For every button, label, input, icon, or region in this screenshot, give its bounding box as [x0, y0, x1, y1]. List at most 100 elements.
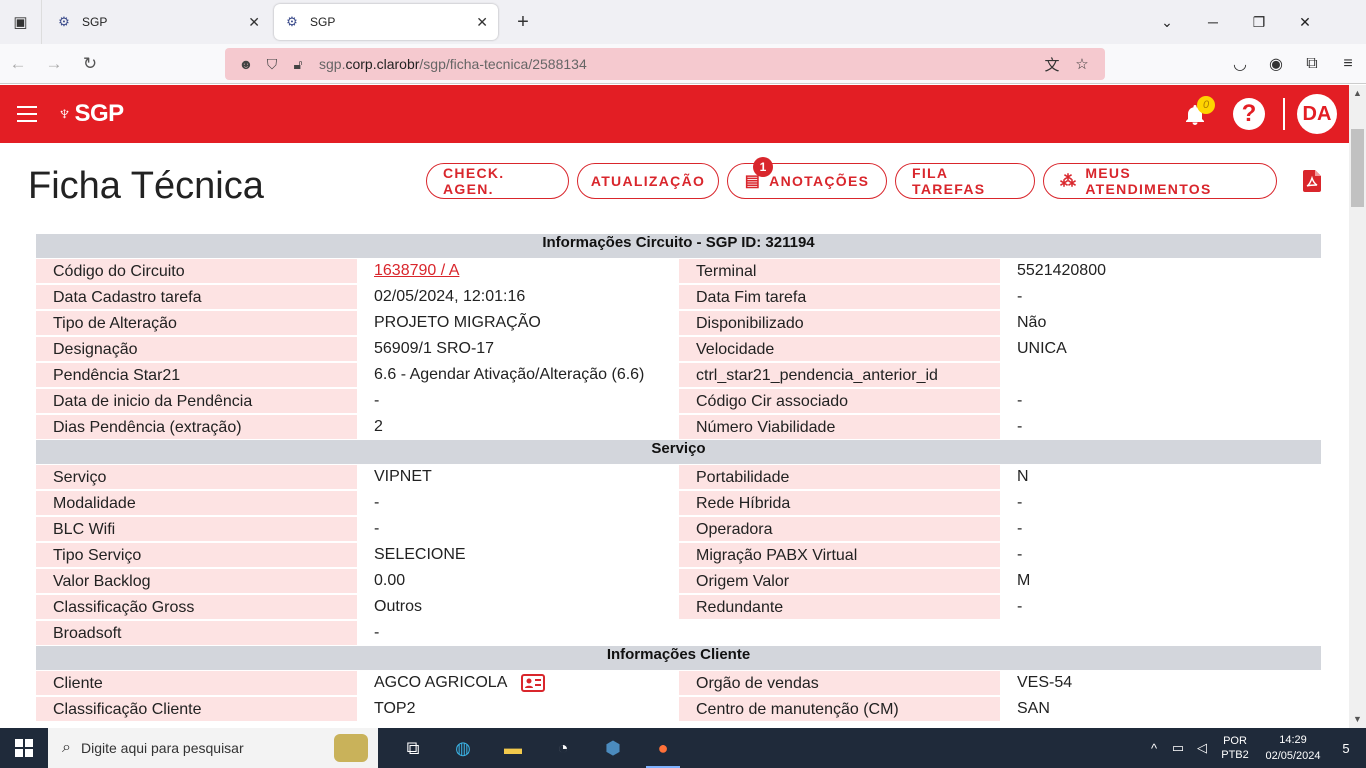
circuit-code-link[interactable]: 1638790 / A — [374, 262, 459, 279]
close-tab-icon[interactable]: ✕ — [248, 14, 260, 31]
hamburger-menu-icon[interactable] — [17, 106, 37, 122]
menu-icon[interactable]: ≡ — [1330, 55, 1366, 73]
restore-icon[interactable]: ❐ — [1236, 14, 1282, 31]
browser-tab-2[interactable]: ⚙ SGP ✕ — [274, 4, 498, 40]
scroll-down-icon[interactable]: ▼ — [1349, 711, 1366, 728]
browser-tab-1[interactable]: ⚙ SGP ✕ — [46, 4, 270, 40]
edge-browser-icon[interactable]: ◍ — [438, 728, 488, 768]
incognito-icon: ☻ — [238, 56, 254, 72]
pdf-export-icon[interactable] — [1303, 170, 1321, 192]
field-label: Data Fim tarefa — [679, 285, 1000, 309]
new-tab-button[interactable]: + — [508, 11, 538, 34]
tab-overview-icon[interactable]: ▣ — [0, 0, 42, 44]
ficha-tecnica-table: Informações Circuito - SGP ID: 321194 Có… — [36, 234, 1321, 722]
field-label: Classificação Gross — [36, 595, 357, 619]
table-row: Data Cadastro tarefa 02/05/2024, 12:01:1… — [36, 284, 1321, 310]
sgp-favicon-icon: ⚙ — [58, 14, 70, 29]
url-bar[interactable]: ☻ ⛉ 🔓︎ sgp.corp.clarobr/sgp/ficha-tecnic… — [225, 48, 1105, 80]
table-row: Data de inicio da Pendência - Código Cir… — [36, 388, 1321, 414]
sgp-logo-icon: ♆ — [57, 102, 72, 125]
field-label: Número Viabilidade — [679, 415, 1000, 439]
field-value: 1638790 / A — [357, 258, 679, 284]
tab-list-chevron-icon[interactable]: ⌄ — [1144, 14, 1190, 31]
meus-atendimentos-button[interactable]: ⁂ MEUS ATENDIMENTOS — [1043, 163, 1277, 199]
field-value: - — [1000, 594, 1321, 620]
field-value: 56909/1 SRO-17 — [357, 336, 679, 362]
help-icon[interactable]: ? — [1233, 98, 1265, 130]
field-value: 5521420800 — [1000, 258, 1321, 284]
clock-date: 02/05/2024 — [1265, 750, 1321, 762]
account-icon[interactable]: ◉ — [1258, 54, 1294, 74]
field-label: Serviço — [36, 465, 357, 489]
clock-time: 14:29 — [1279, 734, 1307, 746]
volume-muted-icon[interactable]: ◁ — [1190, 740, 1214, 756]
forward-icon[interactable]: → — [36, 54, 72, 74]
language-indicator[interactable]: POR PTB2 — [1218, 734, 1252, 762]
network-icon[interactable]: ▭ — [1166, 740, 1190, 756]
fila-tarefas-button[interactable]: FILA TAREFAS — [895, 163, 1035, 199]
field-value: - — [1000, 388, 1321, 414]
close-window-icon[interactable]: ✕ — [1282, 14, 1328, 31]
notifications-button[interactable]: 0 — [1183, 96, 1215, 129]
check-agen-button[interactable]: CHECK. AGEN. — [426, 163, 569, 199]
back-icon[interactable]: ← — [0, 54, 36, 74]
field-label: Redundante — [679, 595, 1000, 619]
button-label: ATUALIZAÇÃO — [590, 173, 706, 189]
field-value: VIPNET — [357, 464, 679, 490]
section-header-cliente: Informações Cliente — [36, 646, 1321, 670]
minimize-icon[interactable]: ─ — [1190, 14, 1236, 30]
user-avatar[interactable]: DA — [1297, 94, 1337, 134]
system-tray: ^ ▭ ◁ POR PTB2 14:29 02/05/2024 5 — [1142, 728, 1366, 768]
table-row: Tipo de Alteração PROJETO MIGRAÇÃO Dispo… — [36, 310, 1321, 336]
taskbar-clock[interactable]: 14:29 02/05/2024 — [1260, 732, 1326, 764]
windows-start-button[interactable] — [0, 728, 48, 768]
atualizacao-button[interactable]: ATUALIZAÇÃO — [577, 163, 719, 199]
field-value: - — [357, 516, 679, 542]
clock-app-icon[interactable]: ◔ — [538, 728, 588, 768]
taskbar-apps: ⧉ ◍ ▬ ◔ ⬢ ● — [388, 728, 688, 768]
field-value: PROJETO MIGRAÇÃO — [357, 310, 679, 336]
field-value: - — [1000, 516, 1321, 542]
anotacoes-count-badge: 1 — [753, 157, 773, 177]
brand-logo[interactable]: ♆ SGP — [57, 100, 124, 128]
translate-icon[interactable]: 文 — [1037, 54, 1067, 75]
lock-warning-icon[interactable]: 🔓︎ — [285, 56, 311, 73]
file-explorer-icon[interactable]: ▬ — [488, 728, 538, 768]
task-view-icon[interactable]: ⧉ — [388, 728, 438, 768]
field-label: Portabilidade — [679, 465, 1000, 489]
reload-icon[interactable]: ↻ — [72, 54, 108, 74]
action-buttons: CHECK. AGEN. ATUALIZAÇÃO 1 ▤ ANOTAÇÕES F… — [426, 157, 1321, 199]
firefox-icon[interactable]: ● — [638, 728, 688, 768]
section-header-servico: Serviço — [36, 440, 1321, 464]
field-label: Tipo Serviço — [36, 543, 357, 567]
app-header: ♆ SGP 0 ? DA — [0, 85, 1349, 143]
close-tab-icon[interactable]: ✕ — [476, 14, 488, 31]
tray-chevron-icon[interactable]: ^ — [1142, 741, 1166, 756]
bookmark-star-icon[interactable]: ☆ — [1067, 55, 1097, 73]
field-label: Data Cadastro tarefa — [36, 285, 357, 309]
table-row: Cliente AGCO AGRICOLA Orgão de vendas VE… — [36, 670, 1321, 696]
pocket-icon[interactable]: ◡ — [1222, 54, 1258, 74]
client-name: AGCO AGRICOLA — [374, 674, 507, 691]
contact-card-icon[interactable] — [520, 673, 545, 692]
extensions-icon[interactable]: ⧉ — [1294, 55, 1330, 73]
shield-icon[interactable]: ⛉ — [259, 56, 285, 73]
python-app-icon[interactable]: ⬢ — [588, 728, 638, 768]
anotacoes-button[interactable]: 1 ▤ ANOTAÇÕES — [727, 157, 887, 199]
url-path: /sgp/ficha-tecnica/2588134 — [419, 56, 587, 72]
notification-center-icon[interactable]: 5 — [1326, 741, 1366, 756]
windows-logo-icon — [15, 739, 33, 757]
table-row: BLC Wifi - Operadora - — [36, 516, 1321, 542]
scroll-up-icon[interactable]: ▲ — [1349, 85, 1366, 102]
taskbar-search-input[interactable]: ⌕ Digite aqui para pesquisar — [48, 728, 378, 768]
page-scrollbar[interactable]: ▲ ▼ — [1349, 85, 1366, 728]
window-controls: ⌄ ─ ❐ ✕ — [1144, 0, 1328, 44]
empty-cell — [679, 620, 1000, 646]
field-label: Broadsoft — [36, 621, 357, 645]
field-label: Valor Backlog — [36, 569, 357, 593]
field-label: Pendência Star21 — [36, 363, 357, 387]
scrollbar-thumb[interactable] — [1351, 129, 1364, 207]
field-value: AGCO AGRICOLA — [357, 670, 679, 696]
field-value: - — [1000, 414, 1321, 440]
field-value: TOP2 — [357, 696, 679, 722]
